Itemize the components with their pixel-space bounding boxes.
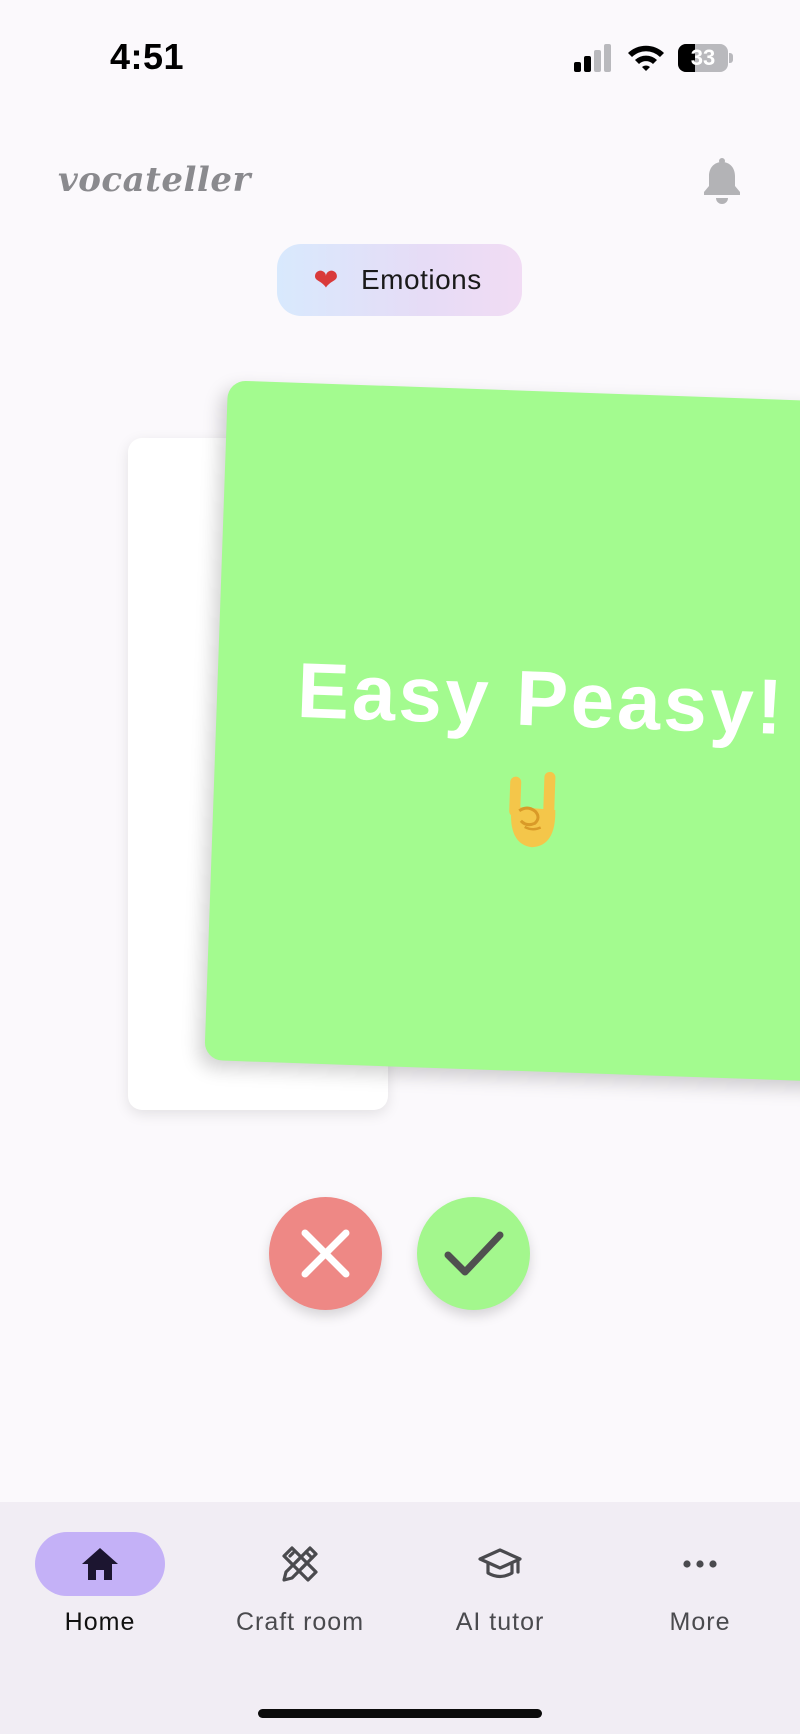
more-icon xyxy=(683,1560,717,1568)
nav-home[interactable]: Home xyxy=(0,1532,200,1652)
accept-button[interactable] xyxy=(417,1197,530,1310)
nav-label-craft-room: Craft room xyxy=(235,1608,365,1636)
reject-button[interactable] xyxy=(269,1197,382,1310)
nav-ai-tutor[interactable]: AI tutor xyxy=(400,1532,600,1652)
nav-more[interactable]: More xyxy=(600,1532,800,1652)
home-icon xyxy=(82,1548,118,1580)
nav-label-more: More xyxy=(669,1608,731,1636)
close-icon xyxy=(301,1229,350,1278)
nav-label-home: Home xyxy=(64,1608,136,1636)
ruler-pencil-icon xyxy=(282,1546,318,1582)
check-icon xyxy=(444,1231,504,1276)
graduation-cap-icon xyxy=(478,1548,522,1579)
flashcard[interactable]: Easy Peasy! xyxy=(204,380,800,1084)
nav-craft-room[interactable]: Craft room xyxy=(200,1532,400,1652)
bottom-navigation: Home Craft room AI tutor More xyxy=(0,1502,800,1734)
sign-of-the-horns-emoji xyxy=(509,771,556,848)
home-indicator xyxy=(258,1709,542,1718)
card-text: Easy Peasy! xyxy=(295,645,787,751)
nav-label-ai-tutor: AI tutor xyxy=(455,1608,545,1636)
